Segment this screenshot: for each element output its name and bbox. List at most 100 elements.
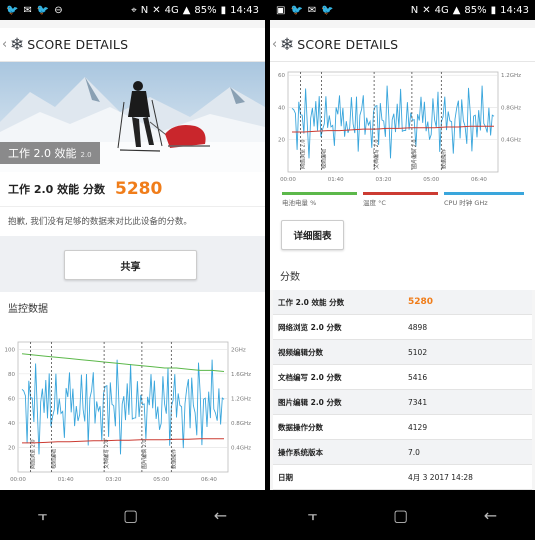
row-value: 7341 — [408, 397, 428, 407]
y-tick-label: 80 — [8, 372, 15, 378]
y2-tick-label: 2GHz — [231, 347, 246, 353]
table-row: 文档编写 2.0 分数 5416 — [273, 365, 532, 390]
back-icon[interactable]: ‹ — [2, 37, 10, 52]
segment-marker-label: 图片编辑 2.0 — [141, 439, 148, 469]
x-tick-label: 01:40 — [58, 477, 74, 483]
table-row: 视频编辑分数 5102 — [273, 340, 532, 365]
twitter-icon: 🐦 — [321, 4, 334, 16]
status-bar: 🐦 ✉ 🐦 ⊖ ⌖ N ✕ 4G ▲ 85% ▮ 14:43 — [0, 0, 265, 20]
table-row: 图片编辑 2.0 分数 7341 — [273, 390, 532, 415]
row-key: 图片编辑 2.0 分数 — [278, 397, 342, 407]
score-value: 5280 — [114, 179, 163, 199]
x-tick-label: 03:20 — [376, 177, 392, 183]
legend-swatch — [282, 192, 357, 195]
row-value: 4129 — [408, 422, 428, 432]
battery-icon: ▮ — [220, 4, 227, 16]
y2-tick-label: 1.6GHz — [231, 372, 251, 378]
phone-left: 🐦 ✉ 🐦 ⊖ ⌖ N ✕ 4G ▲ 85% ▮ 14:43 ‹ ❄ SCORE… — [0, 0, 265, 540]
nfc-icon: N — [410, 4, 419, 16]
home-icon[interactable]: ▢ — [123, 506, 138, 525]
row-value: 5416 — [408, 372, 428, 382]
y2-tick-label: 1.2GHz — [231, 396, 251, 402]
x-tick-label: 06:40 — [201, 477, 217, 483]
share-button[interactable]: 共享 — [64, 250, 197, 280]
y-tick-label: 60 — [278, 73, 285, 79]
row-key: 视频编辑分数 — [278, 347, 323, 357]
detail-chart-button[interactable]: 详细图表 — [281, 220, 344, 250]
table-row: 数据操作分数 4129 — [273, 415, 532, 440]
x-tick-label: 03:20 — [106, 477, 122, 483]
table-row: 日期 4月 3 2017 14:28 — [273, 465, 532, 490]
y2-tick-label: 1.2GHz — [501, 73, 521, 79]
y-tick-label: 100 — [5, 347, 16, 353]
message-icon: ✉ — [23, 4, 32, 16]
hero-label: 工作 2.0 效能 2.0 — [0, 142, 100, 164]
monitor-chart: 20 0.4GHz 40 0.8GHz 60 1.2GHz 80 1.6GHz 100 2GHz 0… — [5, 341, 251, 483]
legend-item-temperature: 温度 °C — [363, 192, 438, 207]
segment-marker-label: 网络浏览 2.0 — [300, 139, 307, 169]
segment-marker-label: 图片编辑 2.0 — [411, 139, 418, 169]
clock: 14:43 — [500, 4, 529, 16]
recents-icon[interactable]: ⫟ — [308, 505, 318, 525]
legend-label: 温度 °C — [363, 199, 386, 207]
y2-tick-label: 0.4GHz — [501, 138, 521, 144]
table-row: 工作 2.0 效能 分数 5280 — [273, 290, 532, 315]
x-tick-label: 06:40 — [471, 177, 487, 183]
battery-icon: ▮ — [490, 4, 497, 16]
y-tick-label: 20 — [8, 445, 15, 451]
y2-tick-label: 0.4GHz — [231, 445, 251, 451]
monitor-chart: 20 0.4GHz 40 0.8GHz 60 1.2GHz 00:00 01:40 03:20 0… — [278, 71, 521, 183]
row-value: 5280 — [408, 297, 434, 307]
mute-icon: ✕ — [152, 4, 161, 16]
network-type: 4G — [164, 4, 179, 16]
plot-frame — [17, 341, 229, 473]
y-tick-label: 20 — [278, 138, 285, 144]
row-value: 4月 3 2017 14:28 — [408, 472, 473, 482]
score-row: 工作 2.0 效能 分数 5280 — [0, 172, 265, 206]
back-nav-icon[interactable]: ← — [484, 506, 497, 525]
table-row: 操作系统版本 7.0 — [273, 440, 532, 465]
row-value: 5102 — [408, 347, 428, 357]
app-bar: ‹ ❄ SCORE DETAILS — [270, 28, 535, 62]
monitor-chart-box: 20 0.4GHz 40 0.8GHz 60 1.2GHz 00:00 01:40 03:20 0… — [270, 62, 535, 190]
back-nav-icon[interactable]: ← — [214, 506, 227, 525]
app-bar: ‹ ❄ SCORE DETAILS — [0, 28, 265, 62]
x-tick-label: 05:00 — [423, 177, 439, 183]
home-icon[interactable]: ▢ — [393, 506, 408, 525]
segment-marker-label: 视频编辑 — [321, 149, 328, 169]
y-tick-label: 60 — [8, 396, 15, 402]
recents-icon[interactable]: ⫟ — [38, 505, 48, 525]
score-table: 工作 2.0 效能 分数 5280 网络浏览 2.0 分数 4898 视频编辑分数 510… — [273, 290, 532, 490]
row-key: 操作系统版本 — [278, 447, 323, 457]
table-row: 网络浏览 2.0 分数 4898 — [273, 315, 532, 340]
snowflake-logo-icon: ❄ — [280, 34, 295, 55]
x-tick-label: 00:00 — [10, 477, 26, 483]
hero-label-text: 工作 2.0 效能 — [8, 147, 77, 160]
twitter-icon: 🐦 — [6, 4, 19, 16]
battery-level: 85% — [194, 4, 217, 16]
y-tick-label: 40 — [278, 105, 285, 111]
gallery-icon: ▣ — [276, 4, 286, 16]
navigation-bar: ⫟ ▢ ← — [0, 490, 265, 540]
back-icon[interactable]: ‹ — [272, 37, 280, 52]
network-type: 4G — [434, 4, 449, 16]
message-icon: ✉ — [307, 4, 317, 16]
nfc-icon: N — [140, 4, 149, 16]
location-icon: ⌖ — [131, 4, 137, 16]
twitter-icon: 🐦 — [290, 4, 303, 16]
y2-tick-label: 0.8GHz — [501, 105, 521, 111]
y-tick-label: 40 — [8, 421, 15, 427]
row-key: 网络浏览 2.0 分数 — [278, 322, 342, 332]
dnd-icon: ⊖ — [54, 4, 63, 16]
page-title: SCORE DETAILS — [27, 37, 129, 52]
row-value: 7.0 — [408, 447, 420, 457]
segment-marker-label: 数据操作 — [440, 149, 447, 169]
detail-area: 详细图表 — [270, 212, 535, 262]
navigation-bar: ⫟ ▢ ← — [270, 490, 535, 540]
legend-item-battery: 电池电量 % — [282, 192, 357, 207]
comparison-note: 抱歉, 我们没有足够的数据来对比此设备的分数。 — [0, 206, 265, 236]
legend-item-cpu: CPU 时钟 GHz — [444, 192, 524, 207]
page-title: SCORE DETAILS — [297, 37, 399, 52]
phone-right: ▣ 🐦 ✉ 🐦 N ✕ 4G ▲ 85% ▮ 14:43 20 0.4GHz 40 0… — [270, 0, 535, 540]
snowflake-logo-icon: ❄ — [10, 34, 25, 55]
